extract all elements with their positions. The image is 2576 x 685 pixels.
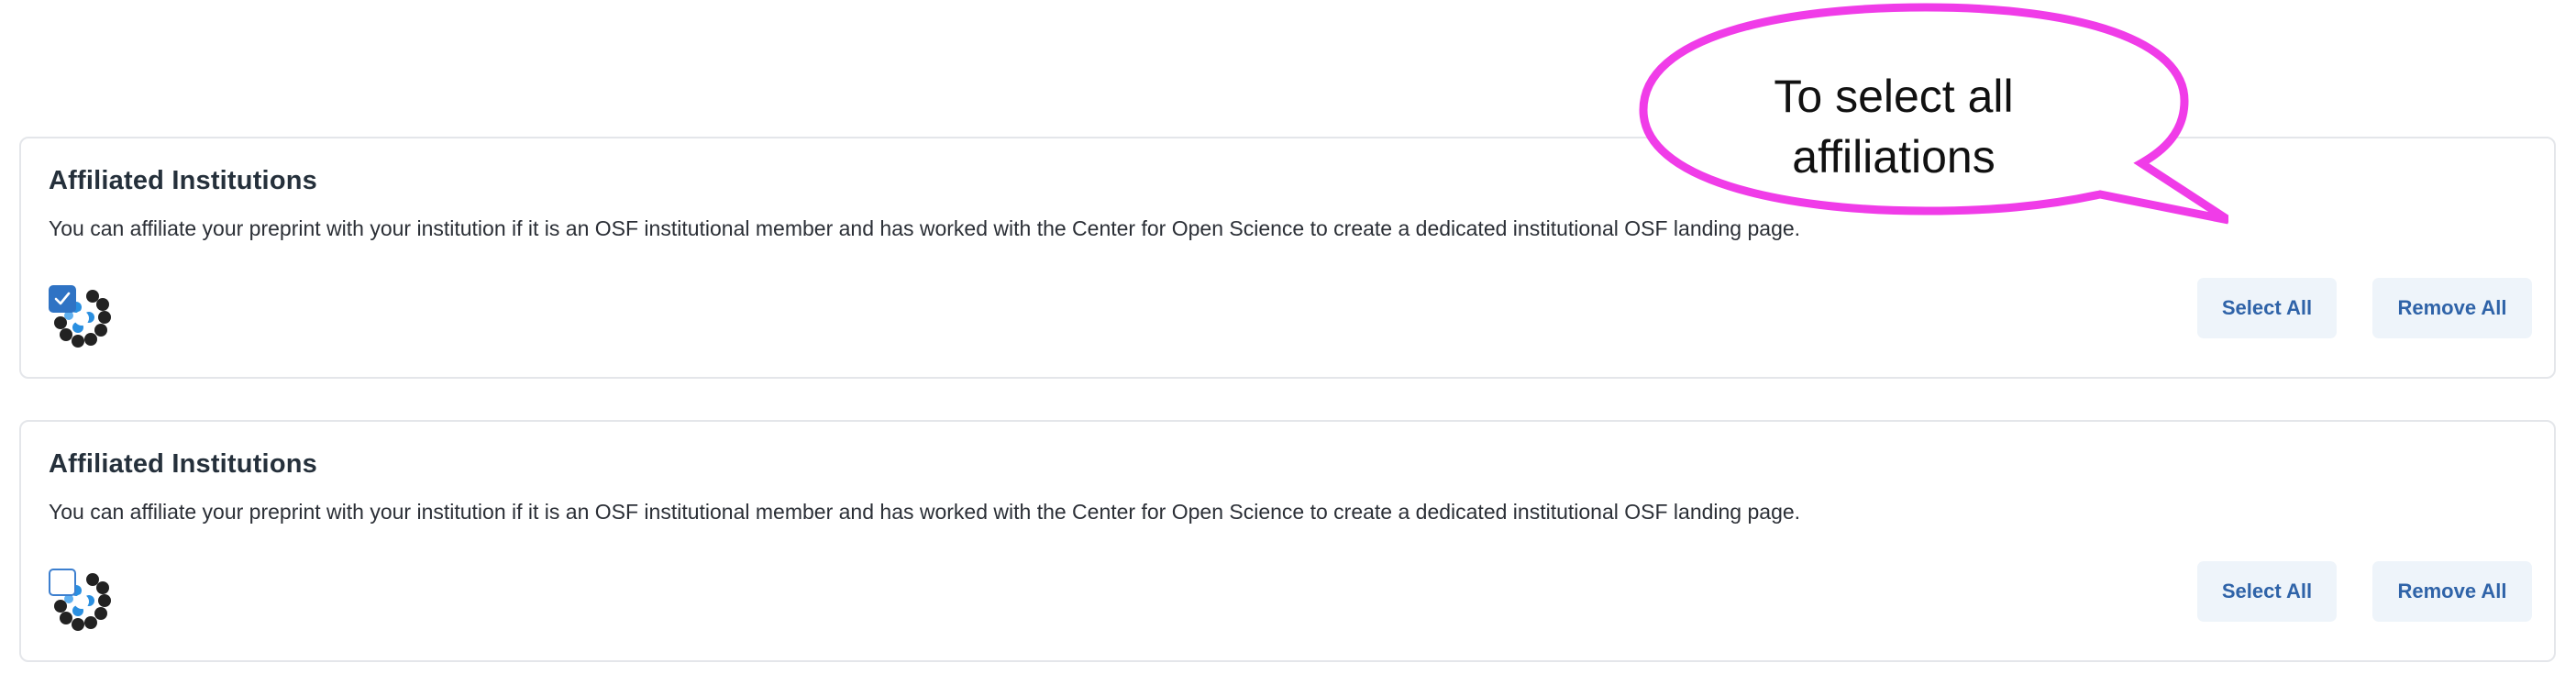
select-all-button[interactable]: Select All [2197, 561, 2337, 622]
affiliated-institutions-panel: Affiliated Institutions You can affiliat… [19, 420, 2556, 662]
institution-logo-icon[interactable] [49, 285, 113, 349]
panel-title: Affiliated Institutions [49, 449, 317, 479]
panel-title: Affiliated Institutions [49, 166, 317, 195]
panel-description: You can affiliate your preprint with you… [49, 216, 1801, 240]
affiliated-institutions-panel: Affiliated Institutions You can affiliat… [19, 137, 2556, 379]
panel-description: You can affiliate your preprint with you… [49, 500, 1801, 524]
institution-checkbox[interactable] [49, 285, 76, 313]
institution-checkbox[interactable] [49, 569, 76, 596]
remove-all-button[interactable]: Remove All [2372, 278, 2532, 338]
checkmark-icon [54, 292, 71, 305]
remove-all-button[interactable]: Remove All [2372, 561, 2532, 622]
institution-logo-icon[interactable] [49, 569, 113, 633]
select-all-button[interactable]: Select All [2197, 278, 2337, 338]
annotation-text: To select all affiliations [1774, 71, 2014, 182]
